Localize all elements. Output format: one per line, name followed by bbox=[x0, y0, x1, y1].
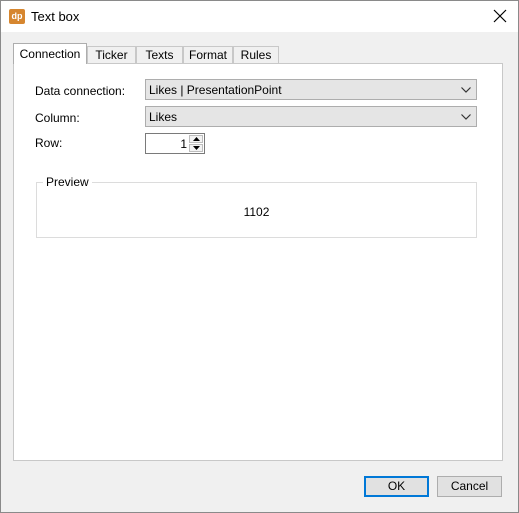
tab-format[interactable]: Format bbox=[183, 46, 233, 63]
close-icon bbox=[493, 9, 507, 23]
preview-title: Preview bbox=[43, 175, 92, 189]
preview-value: 1102 bbox=[243, 205, 270, 219]
data-connection-label: Data connection: bbox=[35, 84, 126, 98]
connection-panel: Data connection: Likes | PresentationPoi… bbox=[13, 63, 503, 461]
spin-up-button[interactable] bbox=[189, 135, 203, 143]
column-dropdown[interactable]: Likes bbox=[145, 106, 477, 127]
tab-rules[interactable]: Rules bbox=[233, 46, 279, 63]
window-title: Text box bbox=[31, 9, 80, 24]
tab-connection[interactable]: Connection bbox=[13, 43, 87, 64]
row-label: Row: bbox=[35, 136, 63, 150]
column-label: Column: bbox=[35, 111, 80, 125]
app-logo-icon: dp bbox=[9, 9, 25, 24]
caret-up-icon bbox=[192, 137, 200, 141]
dialog-window: dp Text box Connection Ticker Texts Form… bbox=[0, 0, 519, 513]
column-value: Likes bbox=[149, 110, 178, 124]
data-connection-value: Likes | PresentationPoint bbox=[149, 83, 282, 97]
row-stepper[interactable]: 1 bbox=[145, 133, 205, 154]
spin-down-button[interactable] bbox=[189, 144, 203, 152]
row-spin-buttons bbox=[189, 135, 203, 152]
tab-texts[interactable]: Texts bbox=[136, 46, 183, 63]
title-bar: dp Text box bbox=[1, 1, 518, 32]
close-button[interactable] bbox=[488, 4, 512, 28]
preview-group: Preview 1102 bbox=[36, 175, 477, 238]
tab-ticker[interactable]: Ticker bbox=[87, 46, 136, 63]
cancel-button[interactable]: Cancel bbox=[437, 476, 502, 497]
chevron-down-icon bbox=[461, 87, 471, 93]
chevron-down-icon bbox=[461, 114, 471, 120]
row-value: 1 bbox=[180, 137, 187, 151]
ok-button[interactable]: OK bbox=[364, 476, 429, 497]
caret-down-icon bbox=[192, 146, 200, 150]
data-connection-dropdown[interactable]: Likes | PresentationPoint bbox=[145, 79, 477, 100]
